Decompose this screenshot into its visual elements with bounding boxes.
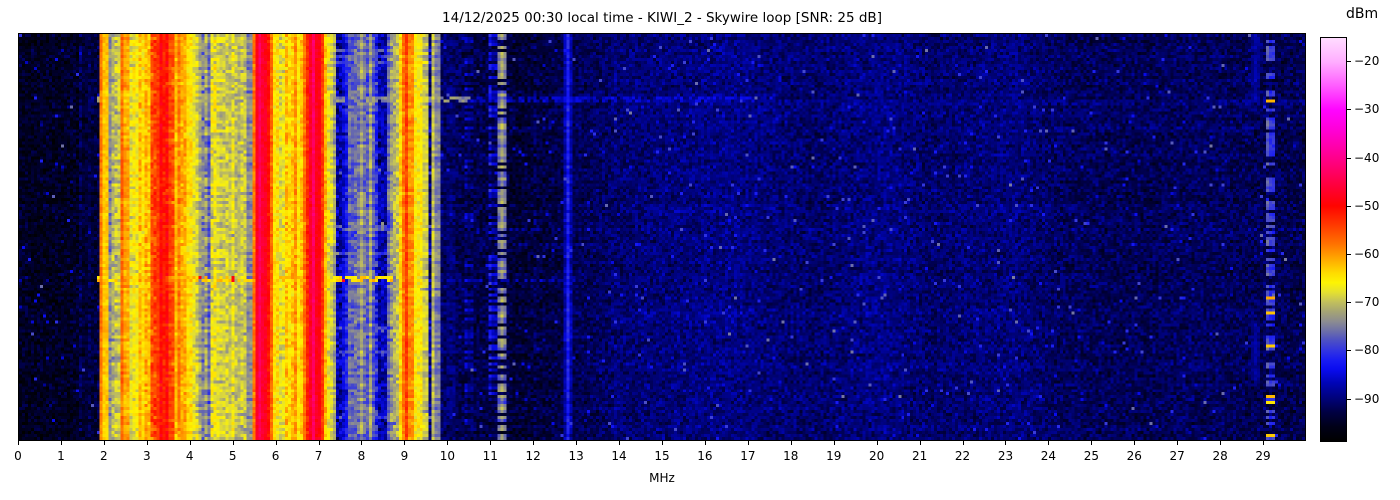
colorbar-tick — [1347, 398, 1351, 400]
x-tick — [361, 441, 363, 445]
x-tick — [1048, 441, 1050, 445]
colorbar — [1320, 37, 1347, 442]
x-tick — [790, 441, 792, 445]
x-tick — [490, 441, 492, 445]
x-tick — [533, 441, 535, 445]
x-tick-label: 29 — [1255, 449, 1271, 463]
x-tick-label: 8 — [357, 449, 366, 463]
x-tick — [232, 441, 234, 445]
x-tick — [18, 441, 19, 445]
x-tick — [662, 441, 663, 445]
x-tick-label: 23 — [997, 449, 1014, 463]
x-tick — [576, 441, 578, 445]
x-tick — [747, 441, 749, 445]
x-tick-label: 9 — [400, 449, 409, 463]
plot-area — [18, 33, 1306, 441]
x-tick — [447, 441, 449, 445]
x-tick-label: 22 — [954, 449, 971, 463]
x-tick — [275, 441, 277, 445]
x-tick — [1134, 441, 1136, 445]
x-tick-label: 27 — [1169, 449, 1185, 463]
x-tick-label: 14 — [611, 449, 627, 463]
x-tick-label: 19 — [826, 449, 842, 463]
x-tick-label: 20 — [869, 449, 885, 463]
x-tick — [919, 441, 921, 445]
x-tick-label: 17 — [740, 449, 756, 463]
colorbar-tick — [1347, 205, 1351, 207]
colorbar-tick — [1347, 350, 1351, 352]
x-tick-label: 13 — [568, 449, 584, 463]
x-tick-label: 1 — [57, 449, 65, 463]
x-tick-label: 4 — [185, 449, 194, 463]
colorbar-tick-label: −50 — [1354, 198, 1380, 213]
x-tick-label: 10 — [439, 449, 455, 463]
x-tick — [1177, 441, 1179, 445]
x-tick — [962, 441, 964, 445]
x-tick-label: 6 — [271, 449, 280, 463]
x-tick-label: 11 — [482, 449, 498, 463]
x-tick-label: 3 — [142, 449, 151, 463]
colorbar-tick-label: −90 — [1354, 391, 1380, 406]
x-tick-label: 0 — [14, 449, 22, 463]
colorbar-tick-label: −80 — [1354, 343, 1380, 358]
colorbar-unit-label: dBm — [1346, 6, 1379, 22]
x-tick-label: 21 — [911, 449, 928, 463]
x-tick — [1091, 441, 1093, 445]
x-tick — [404, 441, 406, 445]
colorbar-tick — [1347, 109, 1351, 111]
x-tick-label: 26 — [1126, 449, 1142, 463]
x-tick — [146, 441, 148, 445]
x-tick — [103, 441, 105, 445]
x-tick-label: 25 — [1083, 449, 1099, 463]
x-tick — [704, 441, 706, 445]
colorbar-tick — [1347, 157, 1351, 159]
spectrogram-canvas — [19, 34, 1305, 440]
colorbar-tick — [1347, 253, 1351, 255]
colorbar-tick-label: −40 — [1354, 150, 1380, 165]
colorbar-tick-label: −70 — [1354, 295, 1380, 310]
colorbar-tick — [1347, 61, 1351, 63]
colorbar-tick-label: −60 — [1354, 246, 1380, 261]
x-tick — [1005, 441, 1007, 445]
x-axis-label: MHz — [649, 471, 675, 485]
x-tick-label: 16 — [697, 449, 713, 463]
x-tick-label: 18 — [783, 449, 799, 463]
colorbar-tick — [1347, 302, 1351, 304]
x-tick — [1263, 441, 1265, 445]
spectrogram-figure: 14/12/2025 00:30 local time - KIWI_2 - S… — [0, 0, 1400, 500]
x-tick — [833, 441, 835, 445]
x-tick — [189, 441, 191, 445]
x-tick — [876, 441, 878, 445]
x-tick — [1220, 441, 1222, 445]
x-tick-label: 15 — [654, 449, 670, 463]
x-tick — [60, 441, 62, 445]
chart-title: 14/12/2025 00:30 local time - KIWI_2 - S… — [442, 10, 882, 26]
x-tick-label: 24 — [1040, 449, 1057, 463]
x-tick-label: 28 — [1212, 449, 1228, 463]
x-tick — [619, 441, 621, 445]
colorbar-tick-label: −20 — [1354, 54, 1380, 69]
x-tick-label: 12 — [525, 449, 541, 463]
x-tick-label: 7 — [314, 449, 323, 463]
x-tick-label: 2 — [100, 449, 108, 463]
x-tick-label: 5 — [228, 449, 237, 463]
x-tick — [318, 441, 320, 445]
colorbar-tick-label: −30 — [1354, 102, 1380, 117]
